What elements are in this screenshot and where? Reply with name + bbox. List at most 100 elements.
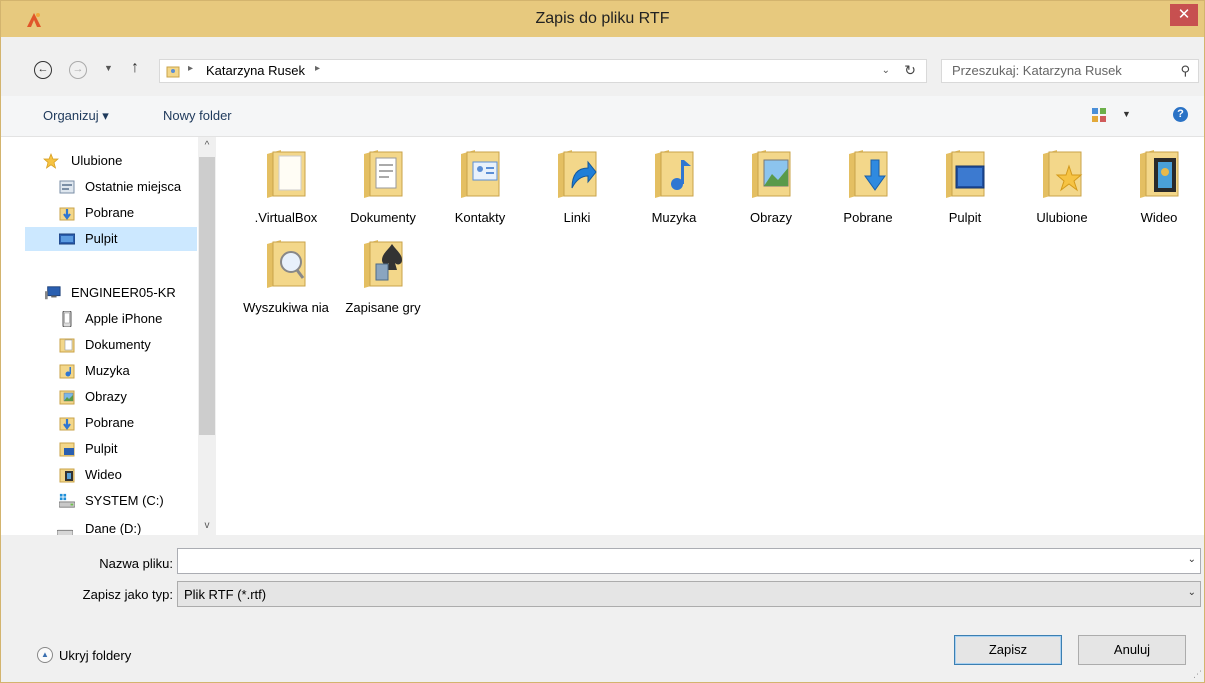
folder-icon	[267, 150, 306, 198]
hide-folders-label: Ukryj foldery	[59, 648, 132, 663]
nav-item-pictures[interactable]: Obrazy	[1, 385, 197, 409]
search-input[interactable]: Przeszukaj: Katarzyna Rusek ⚲	[941, 59, 1199, 83]
nav-item-downloads-2[interactable]: Pobrane	[1, 411, 197, 435]
nav-item-label: Pobrane	[85, 205, 135, 220]
filetype-select[interactable]: Plik RTF (*.rtf) ⌄	[177, 581, 1201, 607]
scroll-thumb[interactable]	[199, 157, 215, 435]
system-drive-icon	[59, 493, 75, 508]
phone-icon	[62, 311, 72, 327]
music-folder-icon	[655, 150, 694, 198]
folder-label: Linki	[563, 210, 591, 225]
nav-item-music[interactable]: Muzyka	[1, 359, 197, 383]
file-list[interactable]: .VirtualBox Dokumenty Kontakty Linki Muz…	[217, 137, 1204, 535]
folder-item[interactable]: Pobrane	[823, 137, 913, 231]
favorites-folder-icon	[1043, 150, 1083, 198]
desktop-icon	[59, 233, 75, 245]
chevron-down-icon[interactable]: ⌄	[1188, 554, 1196, 565]
organize-menu[interactable]: Organizuj ▾	[43, 108, 109, 124]
documents-folder-icon	[364, 150, 403, 198]
command-bar: Organizuj ▾ Nowy folder ▼ ?	[1, 96, 1204, 137]
folder-label: Muzyka	[651, 210, 697, 225]
filetype-value: Plik RTF (*.rtf)	[184, 587, 267, 602]
save-dialog: Zapis do pliku RTF ✕ ← → ▼ ↑ ▸ Katarzyna…	[0, 0, 1205, 683]
folder-label: .VirtualBox	[254, 210, 318, 225]
folder-label: Ulubione	[1036, 210, 1088, 225]
nav-item-label: SYSTEM (C:)	[85, 493, 164, 508]
breadcrumb-separator[interactable]: ▸	[315, 63, 320, 74]
nav-item-iphone[interactable]: Apple iPhone	[1, 307, 197, 331]
folder-item[interactable]: Wideo	[1114, 137, 1204, 231]
title-bar[interactable]: Zapis do pliku RTF ✕	[1, 1, 1204, 37]
nav-item-computer[interactable]: ENGINEER05-KR	[1, 281, 197, 305]
folder-item[interactable]: Kontakty	[435, 137, 525, 231]
folder-item[interactable]: Linki	[532, 137, 622, 231]
address-bar[interactable]: ▸ Katarzyna Rusek ▸ ⌄ ↻	[159, 59, 927, 83]
search-icon[interactable]: ⚲	[1180, 63, 1190, 79]
folder-label: Pobrane	[843, 210, 893, 225]
nav-item-favorites[interactable]: Ulubione	[1, 149, 197, 173]
forward-button[interactable]: →	[69, 61, 87, 79]
folder-label: Obrazy	[750, 210, 792, 225]
help-icon[interactable]: ?	[1173, 107, 1188, 122]
search-placeholder: Przeszukaj: Katarzyna Rusek	[952, 63, 1122, 78]
resize-grip[interactable]: ⋰	[1193, 669, 1202, 680]
nav-item-label: Apple iPhone	[85, 311, 163, 326]
videos-folder-icon	[1140, 150, 1179, 198]
new-folder-button[interactable]: Nowy folder	[163, 108, 232, 123]
nav-item-label: Pobrane	[85, 415, 135, 430]
nav-item-videos[interactable]: Wideo	[1, 463, 197, 487]
drive-icon	[57, 529, 73, 535]
pictures-folder-icon	[752, 150, 791, 198]
nav-item-label: ENGINEER05-KR	[71, 285, 176, 300]
folder-item[interactable]: Wyszukiwa nia	[241, 227, 331, 321]
nav-item-label: Obrazy	[85, 389, 127, 404]
nav-item-drive-c[interactable]: SYSTEM (C:)	[1, 489, 197, 513]
scroll-down-button[interactable]: v	[198, 517, 216, 535]
cancel-button[interactable]: Anuluj	[1078, 635, 1186, 665]
window-title: Zapis do pliku RTF	[535, 10, 670, 27]
scroll-up-button[interactable]: ^	[198, 137, 216, 155]
nav-item-label: Dane (D:)	[85, 521, 142, 535]
folder-item[interactable]: Zapisane gry	[338, 227, 428, 321]
downloads-icon	[59, 417, 75, 431]
folder-label: Dokumenty	[350, 210, 416, 225]
address-dropdown[interactable]: ⌄	[882, 65, 890, 76]
folder-item[interactable]: Pulpit	[920, 137, 1010, 231]
chevron-down-icon: ⌄	[1187, 587, 1196, 598]
nav-item-label: Ostatnie miejsca	[85, 179, 182, 194]
nav-item-desktop-2[interactable]: Pulpit	[1, 437, 197, 461]
folder-item[interactable]: Muzyka	[629, 137, 719, 231]
recent-locations-dropdown[interactable]: ▼	[104, 63, 113, 73]
view-options-icon[interactable]	[1091, 107, 1107, 123]
breadcrumb-user[interactable]: Katarzyna Rusek	[206, 63, 305, 78]
nav-item-downloads[interactable]: Pobrane	[1, 201, 197, 225]
user-folder-icon	[166, 66, 180, 78]
navigation-pane[interactable]: Ulubione Ostatnie miejsca Pobrane Pulpit…	[1, 137, 217, 535]
folder-item[interactable]: Dokumenty	[338, 137, 428, 231]
nav-item-desktop[interactable]: Pulpit	[25, 227, 197, 251]
back-button[interactable]: ←	[34, 61, 52, 79]
folder-label: Kontakty	[454, 210, 506, 225]
nav-scrollbar[interactable]: ^ v	[198, 137, 216, 535]
music-icon	[59, 364, 75, 379]
nav-item-drive-d[interactable]: Dane (D:)	[1, 515, 197, 535]
desktop-folder-icon	[946, 150, 985, 198]
up-button[interactable]: ↑	[131, 59, 139, 77]
address-row: ← → ▼ ↑ ▸ Katarzyna Rusek ▸ ⌄ ↻ Przeszuk…	[1, 45, 1204, 95]
nav-item-label: Pulpit	[85, 231, 118, 246]
nav-item-documents[interactable]: Dokumenty	[1, 333, 197, 357]
close-button[interactable]: ✕	[1170, 4, 1198, 26]
refresh-icon[interactable]: ↻	[904, 62, 916, 79]
folder-item[interactable]: Obrazy	[726, 137, 816, 231]
save-button[interactable]: Zapisz	[954, 635, 1062, 665]
breadcrumb-separator[interactable]: ▸	[188, 63, 193, 74]
filename-field[interactable]: ⌄	[177, 548, 1201, 574]
folder-item[interactable]: Ulubione	[1017, 137, 1107, 231]
nav-item-recent-places[interactable]: Ostatnie miejsca	[1, 175, 197, 199]
folder-item[interactable]: .VirtualBox	[241, 137, 331, 231]
view-dropdown-icon[interactable]: ▼	[1122, 109, 1131, 119]
filetype-label: Zapisz jako typ:	[82, 587, 173, 602]
collapse-icon: ▲	[37, 647, 53, 663]
filename-label: Nazwa pliku:	[99, 556, 173, 571]
videos-icon	[59, 468, 75, 483]
